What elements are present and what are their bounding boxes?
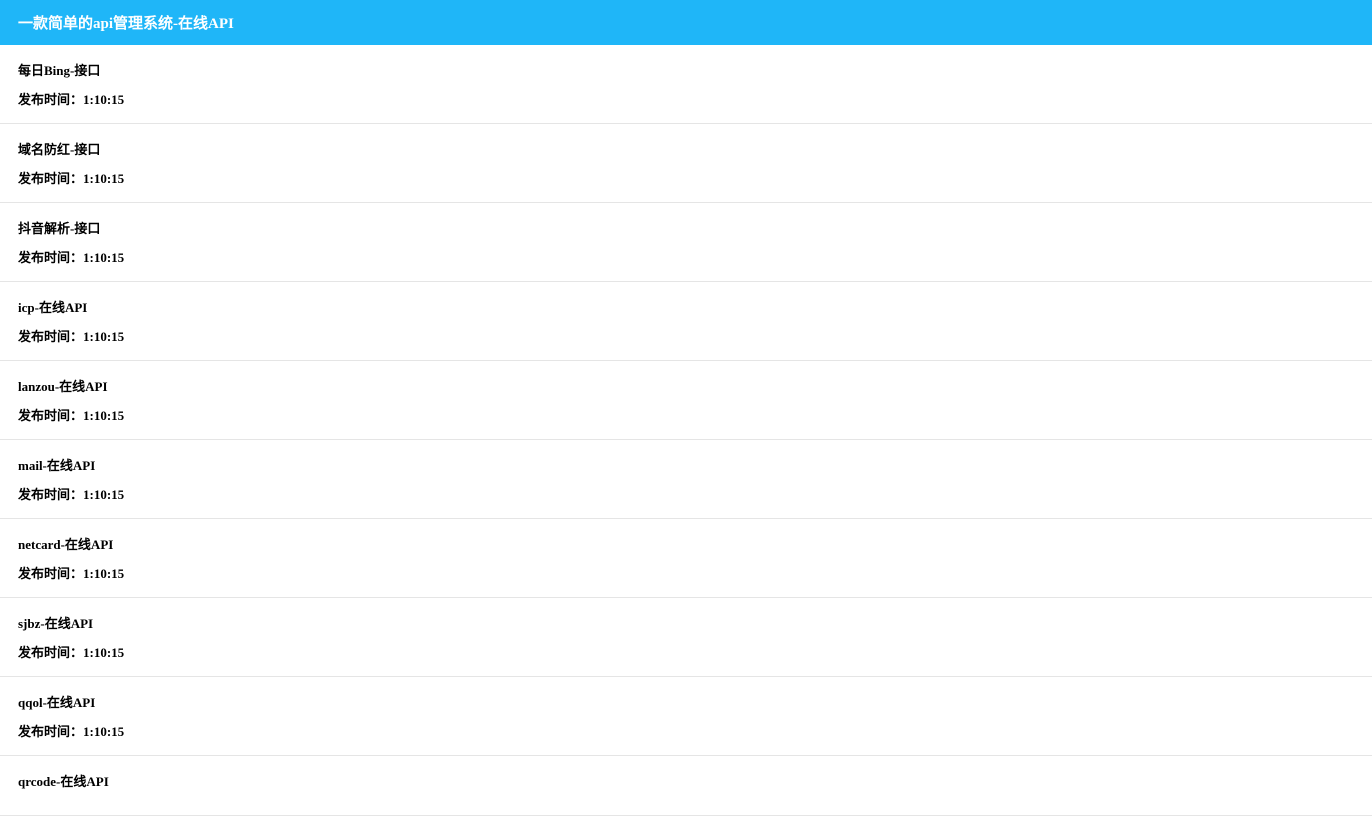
list-item[interactable]: 域名防红-接口 发布时间：1:10:15 xyxy=(0,124,1372,203)
publish-time-label: 发布时间： xyxy=(18,645,83,660)
publish-time-label: 发布时间： xyxy=(18,171,83,186)
publish-time-label: 发布时间： xyxy=(18,487,83,502)
publish-time-value: 1:10:15 xyxy=(83,92,124,107)
item-meta: 发布时间：1:10:15 xyxy=(18,326,1354,345)
publish-time-label: 发布时间： xyxy=(18,92,83,107)
list-item[interactable]: qqol-在线API 发布时间：1:10:15 xyxy=(0,677,1372,756)
api-list: 每日Bing-接口 发布时间：1:10:15 域名防红-接口 发布时间：1:10… xyxy=(0,45,1372,816)
page-title: 一款简单的api管理系统-在线API xyxy=(18,16,234,32)
item-title: qqol-在线API xyxy=(18,692,1354,711)
item-title: qrcode-在线API xyxy=(18,771,1354,790)
publish-time-value: 1:10:15 xyxy=(83,566,124,581)
item-title: netcard-在线API xyxy=(18,534,1354,553)
publish-time-value: 1:10:15 xyxy=(83,724,124,739)
item-meta: 发布时间：1:10:15 xyxy=(18,721,1354,740)
item-meta: 发布时间：1:10:15 xyxy=(18,642,1354,661)
item-meta: 发布时间：1:10:15 xyxy=(18,563,1354,582)
item-title: 每日Bing-接口 xyxy=(18,60,1354,79)
item-title: sjbz-在线API xyxy=(18,613,1354,632)
publish-time-value: 1:10:15 xyxy=(83,250,124,265)
publish-time-value: 1:10:15 xyxy=(83,487,124,502)
list-item[interactable]: mail-在线API 发布时间：1:10:15 xyxy=(0,440,1372,519)
item-meta: 发布时间：1:10:15 xyxy=(18,89,1354,108)
item-title: lanzou-在线API xyxy=(18,376,1354,395)
list-item[interactable]: lanzou-在线API 发布时间：1:10:15 xyxy=(0,361,1372,440)
item-title: 抖音解析-接口 xyxy=(18,218,1354,237)
item-meta: 发布时间：1:10:15 xyxy=(18,168,1354,187)
publish-time-label: 发布时间： xyxy=(18,724,83,739)
list-item[interactable]: netcard-在线API 发布时间：1:10:15 xyxy=(0,519,1372,598)
list-item[interactable]: icp-在线API 发布时间：1:10:15 xyxy=(0,282,1372,361)
publish-time-label: 发布时间： xyxy=(18,329,83,344)
publish-time-label: 发布时间： xyxy=(18,250,83,265)
publish-time-value: 1:10:15 xyxy=(83,329,124,344)
list-item[interactable]: 每日Bing-接口 发布时间：1:10:15 xyxy=(0,45,1372,124)
publish-time-value: 1:10:15 xyxy=(83,408,124,423)
list-item[interactable]: 抖音解析-接口 发布时间：1:10:15 xyxy=(0,203,1372,282)
item-meta: 发布时间：1:10:15 xyxy=(18,405,1354,424)
page-header: 一款简单的api管理系统-在线API xyxy=(0,0,1372,45)
item-meta: 发布时间：1:10:15 xyxy=(18,484,1354,503)
item-meta: 发布时间：1:10:15 xyxy=(18,247,1354,266)
publish-time-value: 1:10:15 xyxy=(83,171,124,186)
item-title: icp-在线API xyxy=(18,297,1354,316)
item-title: 域名防红-接口 xyxy=(18,139,1354,158)
list-item[interactable]: qrcode-在线API xyxy=(0,756,1372,816)
publish-time-value: 1:10:15 xyxy=(83,645,124,660)
publish-time-label: 发布时间： xyxy=(18,566,83,581)
publish-time-label: 发布时间： xyxy=(18,408,83,423)
list-item[interactable]: sjbz-在线API 发布时间：1:10:15 xyxy=(0,598,1372,677)
item-title: mail-在线API xyxy=(18,455,1354,474)
